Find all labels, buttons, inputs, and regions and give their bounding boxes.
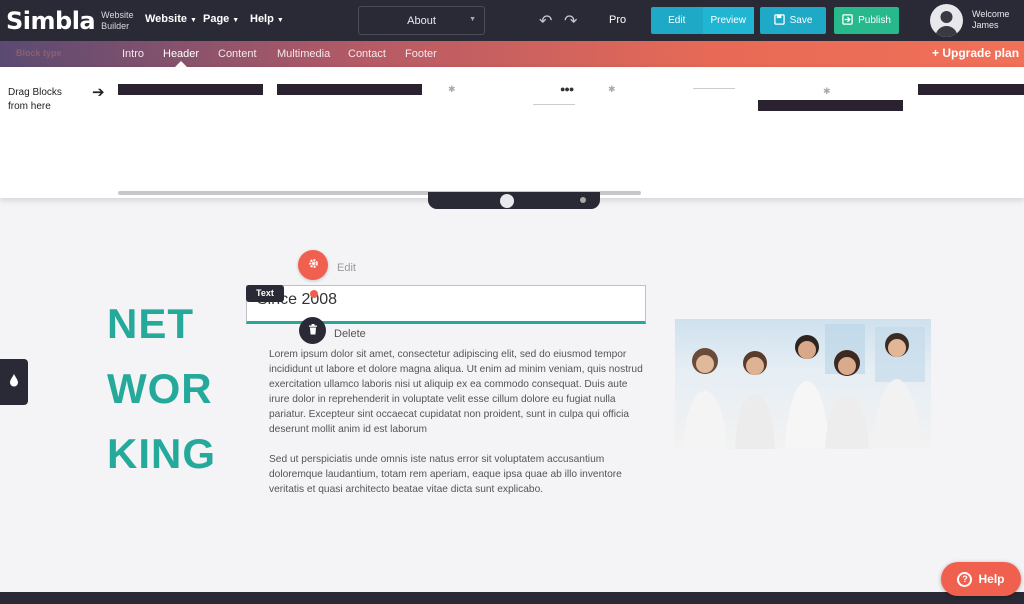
gear-icon	[307, 257, 320, 273]
menu-website[interactable]: Website ▼	[145, 13, 197, 25]
question-icon: ?	[957, 571, 973, 587]
trash-icon	[308, 323, 318, 338]
top-toolbar: Simbla Website Builder Website ▼ Page ▼ He…	[0, 0, 1024, 41]
image-placeholder-icon[interactable]: ✱	[608, 84, 616, 95]
chevron-down-icon: ▼	[232, 17, 240, 24]
logo-subtitle-line2: Builder	[101, 21, 130, 31]
simbla-logo[interactable]: Simbla Website Builder	[6, 7, 133, 35]
welcome-line1: Welcome	[972, 9, 1010, 19]
drag-hint: Drag Blocks from here	[8, 86, 62, 114]
block-thumbnail[interactable]	[693, 88, 735, 89]
toggle-knob	[500, 194, 514, 208]
help-button-label: Help	[978, 572, 1005, 586]
edit-label[interactable]: Edit	[337, 262, 356, 274]
design-side-tab[interactable]	[0, 359, 28, 405]
headline-line[interactable]: WOR	[107, 365, 213, 413]
redo-icon[interactable]: ↷	[564, 11, 577, 31]
tab-footer[interactable]: Footer	[405, 48, 437, 60]
tab-multimedia[interactable]: Multimedia	[277, 48, 330, 60]
preview-mode-button[interactable]: Preview	[702, 7, 754, 34]
publish-button-label: Publish	[858, 15, 891, 26]
logo-subtitle-line1: Website	[101, 10, 134, 20]
image-placeholder-icon[interactable]: ✱	[448, 84, 456, 95]
menu-help-label: Help	[250, 13, 274, 25]
floppy-disk-icon	[773, 13, 785, 28]
mode-toggle: Edit Preview	[651, 7, 754, 34]
page-selector-value: About	[407, 14, 436, 27]
block-thumbnail[interactable]	[758, 100, 903, 111]
welcome-user-name: James	[972, 20, 999, 30]
block-thumbnail[interactable]	[918, 84, 1024, 95]
save-button[interactable]: Save	[760, 7, 826, 34]
team-photo[interactable]	[675, 319, 931, 449]
menu-page-label: Page	[203, 13, 230, 25]
arrow-right-icon: ➔	[92, 84, 105, 101]
page-footer-strip	[0, 592, 1024, 604]
block-type-bar: Block type Intro Header Content Multimed…	[0, 41, 1024, 67]
chevron-down-icon: ▼	[189, 17, 197, 24]
resize-handle[interactable]	[310, 290, 318, 298]
menu-help[interactable]: Help ▼	[250, 13, 284, 25]
tab-contact[interactable]: Contact	[348, 48, 386, 60]
publish-button[interactable]: Publish	[834, 7, 899, 34]
user-avatar[interactable]	[930, 4, 963, 37]
logo-wordmark: Simbla	[6, 7, 96, 35]
edit-mode-button[interactable]: Edit	[651, 7, 703, 34]
tab-header[interactable]: Header	[163, 48, 199, 60]
help-button[interactable]: ? Help	[941, 562, 1021, 596]
drag-hint-line1: Drag Blocks	[8, 87, 62, 98]
block-thumbnail[interactable]	[277, 84, 422, 95]
menu-page[interactable]: Page ▼	[203, 13, 239, 25]
body-paragraph[interactable]: Lorem ipsum dolor sit amet, consectetur …	[269, 347, 643, 437]
headline-line[interactable]: KING	[107, 430, 216, 478]
block-thumbnail[interactable]	[533, 104, 575, 105]
delete-element-button[interactable]	[299, 317, 326, 344]
block-thumbnail[interactable]	[118, 84, 263, 95]
logo-subtitle: Website Builder	[101, 10, 133, 32]
upgrade-plan-link[interactable]: + Upgrade plan	[932, 46, 1019, 60]
block-style-toggle[interactable]	[428, 192, 600, 209]
drag-hint-line2: from here	[8, 101, 51, 112]
block-type-label: Block type	[16, 48, 62, 58]
tab-content[interactable]: Content	[218, 48, 257, 60]
welcome-text: Welcome James	[972, 9, 1009, 31]
save-button-label: Save	[789, 15, 813, 26]
page-selector[interactable]: About ▼	[358, 6, 485, 35]
pro-label: Pro	[609, 14, 627, 26]
delete-label[interactable]: Delete	[334, 328, 366, 340]
toggle-indicator	[580, 197, 586, 203]
element-type-tag: Text	[246, 285, 284, 302]
tab-intro[interactable]: Intro	[122, 48, 144, 60]
image-placeholder-icon[interactable]: ✱	[823, 86, 831, 97]
chevron-down-icon: ▼	[469, 16, 476, 23]
color-drop-icon	[9, 374, 19, 390]
chevron-down-icon: ▼	[276, 17, 284, 24]
carousel-dots-icon[interactable]: ●●●	[560, 84, 574, 94]
undo-icon[interactable]: ↶	[539, 11, 552, 31]
edit-element-button[interactable]	[298, 250, 328, 280]
headline-line[interactable]: NET	[107, 300, 194, 348]
publish-icon	[842, 13, 853, 28]
blocks-panel: Drag Blocks from here ➔ ✱ ●●● ✱ ✱	[0, 67, 1024, 198]
body-paragraph[interactable]: Sed ut perspiciatis unde omnis iste natu…	[269, 452, 643, 497]
menu-website-label: Website	[145, 13, 187, 25]
